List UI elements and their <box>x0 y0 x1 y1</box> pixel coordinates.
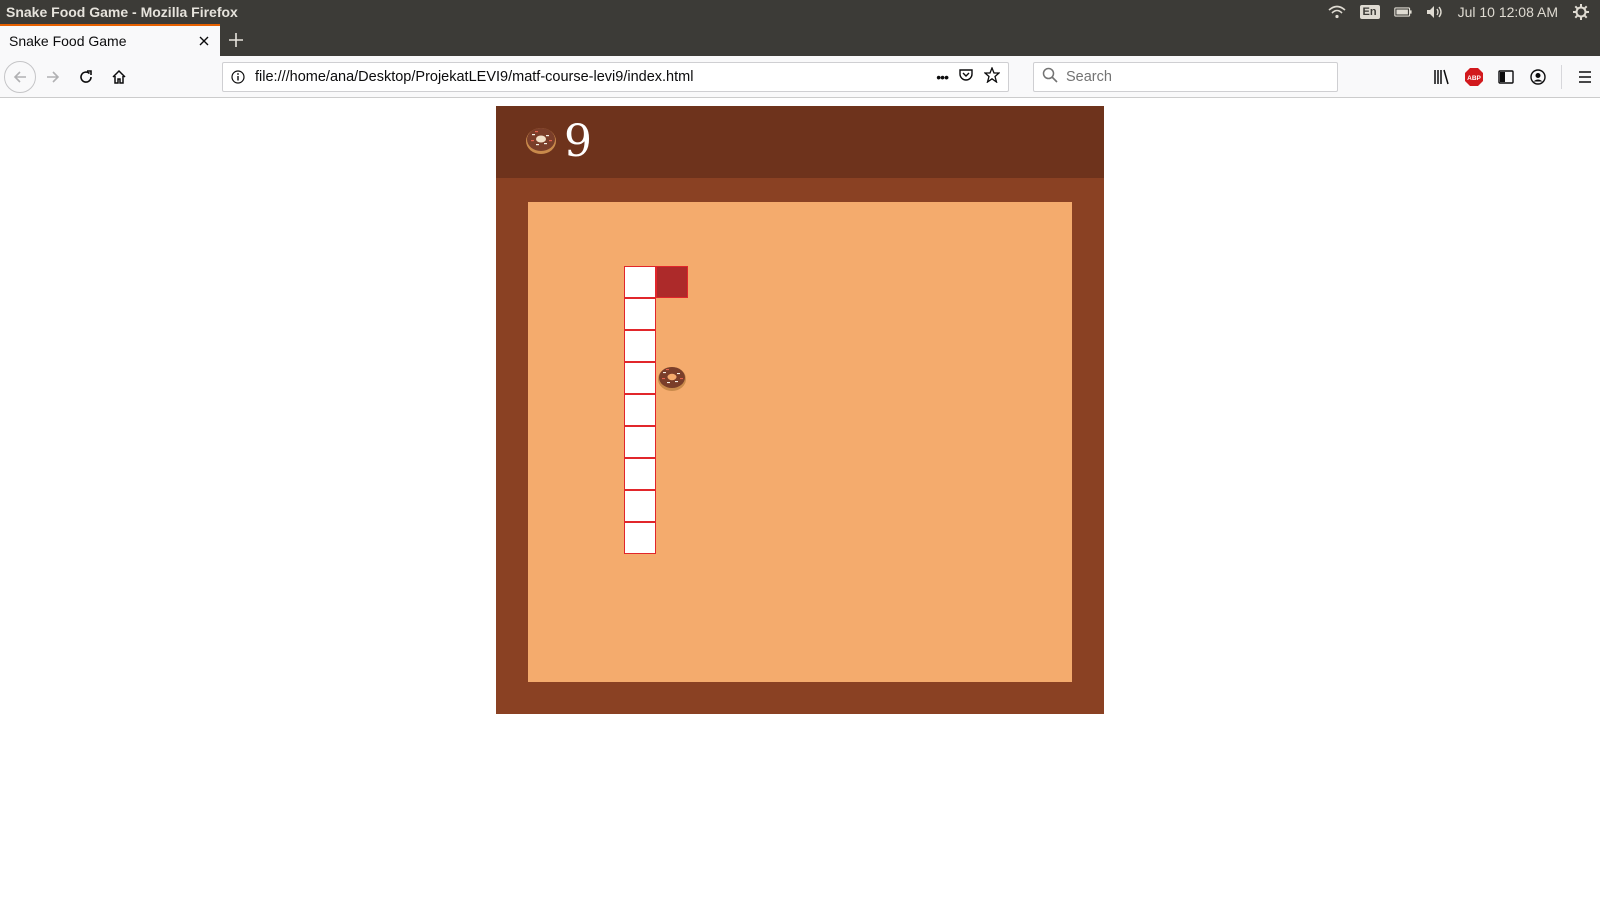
navigation-toolbar: file:///home/ana/Desktop/ProjekatLEVI9/m… <box>0 56 1600 98</box>
back-button[interactable] <box>4 60 36 93</box>
snake-head <box>656 266 688 298</box>
url-bar[interactable]: file:///home/ana/Desktop/ProjekatLEVI9/m… <box>222 62 1009 92</box>
url-text[interactable]: file:///home/ana/Desktop/ProjekatLEVI9/m… <box>255 69 936 85</box>
snake-body-segment <box>624 330 656 362</box>
adblock-plus-icon: ABP <box>1465 68 1483 86</box>
search-icon <box>1042 67 1058 87</box>
snake-body-segment <box>624 426 656 458</box>
hamburger-menu-icon <box>1579 71 1591 83</box>
back-arrow-icon <box>13 70 26 83</box>
snake-body-segment <box>624 394 656 426</box>
pocket-icon[interactable] <box>958 67 974 87</box>
window-title: Snake Food Game - Mozilla Firefox <box>6 4 238 20</box>
tab-snake-food-game[interactable]: Snake Food Game <box>0 24 220 56</box>
reload-icon <box>80 69 92 83</box>
clock[interactable]: Jul 10 12:08 AM <box>1458 4 1558 20</box>
sidebar-icon <box>1498 70 1514 84</box>
game-container: 9 <box>496 106 1104 714</box>
reload-button[interactable] <box>70 61 102 93</box>
library-icon <box>1434 69 1449 85</box>
snake-body-segment <box>624 298 656 330</box>
snake-body-segment <box>624 490 656 522</box>
score-value: 9 <box>564 116 592 167</box>
forward-arrow-icon <box>47 70 60 83</box>
forward-button[interactable] <box>37 61 69 93</box>
page-actions-button[interactable]: ••• <box>936 69 949 85</box>
keyboard-layout-indicator[interactable]: En <box>1359 5 1380 19</box>
menu-button[interactable] <box>1570 62 1600 92</box>
score-donut-icon <box>524 123 558 162</box>
bookmark-star-icon[interactable] <box>983 66 1001 87</box>
donut-icon <box>656 362 688 394</box>
account-button[interactable] <box>1523 62 1553 92</box>
toolbar-separator <box>1561 65 1562 89</box>
battery-icon[interactable] <box>1393 5 1412 19</box>
home-button[interactable] <box>103 61 135 93</box>
toolbar-right: ABP <box>1427 62 1600 92</box>
sidebar-toggle-button[interactable] <box>1491 62 1521 92</box>
wifi-icon[interactable] <box>1328 5 1346 19</box>
snake-body-segment <box>624 522 656 554</box>
home-icon <box>112 69 126 84</box>
game-board[interactable] <box>528 202 1072 682</box>
settings-gear-icon[interactable] <box>1572 4 1590 20</box>
window-titlebar: Snake Food Game - Mozilla Firefox En Jul… <box>0 0 1600 24</box>
new-tab-button[interactable] <box>220 24 252 56</box>
snake-body-segment <box>624 458 656 490</box>
adblock-plus-button[interactable]: ABP <box>1459 62 1489 92</box>
tab-strip: Snake Food Game <box>0 24 1600 56</box>
search-bar[interactable] <box>1033 62 1338 92</box>
plus-icon <box>229 33 243 47</box>
volume-icon[interactable] <box>1426 5 1444 19</box>
site-info-icon[interactable] <box>229 68 247 86</box>
svg-text:ABP: ABP <box>1467 75 1481 82</box>
game-header: 9 <box>496 106 1104 178</box>
search-input[interactable] <box>1066 69 1326 85</box>
tab-title: Snake Food Game <box>9 33 127 49</box>
close-tab-icon[interactable] <box>196 33 212 49</box>
account-icon <box>1530 69 1546 85</box>
system-tray: En Jul 10 12:08 AM <box>1328 4 1600 20</box>
library-button[interactable] <box>1427 62 1457 92</box>
snake-body-segment <box>624 362 656 394</box>
snake-body-segment <box>624 266 656 298</box>
